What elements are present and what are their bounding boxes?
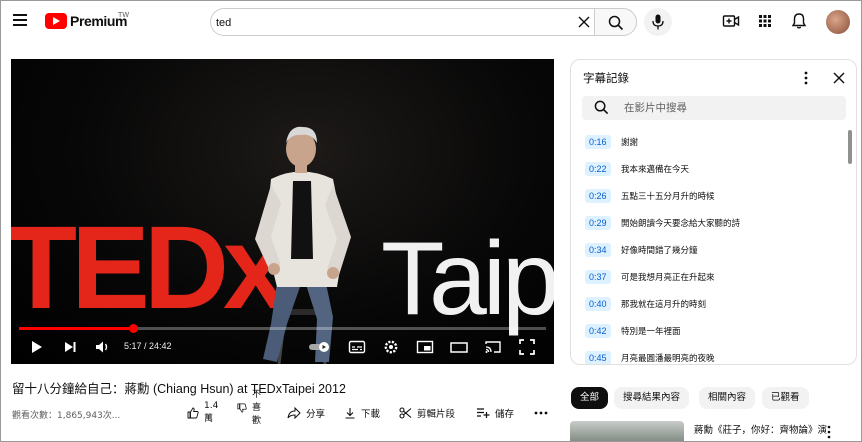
play-icon[interactable] [27,338,45,356]
like-button[interactable]: 1.4 萬 [187,401,219,424]
related-video-title[interactable]: 蔣勳《莊子，你好：齊物論》演 [694,422,827,436]
add-to-playlist-icon [477,408,490,418]
volume-icon[interactable] [94,338,112,356]
transcript-text: 五點三十五分月升的時候 [621,192,715,202]
apps-grid-icon[interactable] [756,12,774,30]
time-display: 5:17 / 24:42 [124,341,172,351]
transcript-text: 謝謝 [621,138,639,148]
youtube-watch-page: Premium TW ted TEDx Taip 5:17 / 24:42 留十… [0,0,862,442]
progress-fill [19,327,134,330]
transcript-panel: 字幕記錄 0:16謝謝0:22我本來邁備在今天0:26五點三十五分月升的時候0:… [570,59,857,365]
transcript-row[interactable]: 0:37 可是我想月亮正在升起來 [571,265,841,292]
region-code: TW [118,11,130,19]
save-label: 儲存 [495,409,515,420]
search-input[interactable] [216,14,556,31]
fullscreen-icon[interactable] [518,338,536,356]
transcript-row[interactable]: 0:29 開始朗讀今天要念給大家聽的詩 [571,211,841,238]
transcript-text: 特別是一年裡面 [621,327,681,337]
view-count[interactable]: 觀看次數：1,865,943次... [12,408,120,421]
transcript-text: 好像時間錯了幾分鐘 [621,246,698,256]
transcript-row[interactable]: 0:42 特別是一年裡面 [571,319,841,346]
transcript-row[interactable]: 0:45 月亮最圓潘最明亮的夜晚 [571,346,841,364]
close-icon[interactable] [832,71,846,85]
filter-chip[interactable]: 已觀看 [762,387,809,409]
transcript-timestamp[interactable]: 0:34 [585,243,611,257]
hamburger-menu-icon[interactable] [13,14,27,27]
share-button[interactable]: 分享 [287,403,325,423]
like-count: 1.4 萬 [204,401,219,424]
transcript-timestamp[interactable]: 0:26 [585,189,611,203]
transcript-timestamp[interactable]: 0:42 [585,324,611,338]
transcript-timestamp[interactable]: 0:22 [585,162,611,176]
filter-chip[interactable]: 搜尋結果內容 [614,387,690,409]
close-icon[interactable] [575,13,593,31]
thumbs-down-icon [237,403,247,413]
miniplayer-icon[interactable] [416,338,434,356]
thumbs-up-icon [187,407,199,419]
download-button[interactable]: 下載 [344,403,380,423]
video-title: 留十八分鐘給自己：蔣勳 (Chiang Hsun) at TEDxTaipei … [12,382,346,396]
search-button[interactable] [594,8,637,36]
filter-chip[interactable]: 全部 [571,387,609,409]
more-actions-icon[interactable] [534,411,548,415]
transcript-timestamp[interactable]: 0:16 [585,135,611,149]
next-video-icon[interactable] [61,338,79,356]
transcript-row[interactable]: 0:22 我本來邁備在今天 [571,157,841,184]
cast-icon[interactable] [484,338,502,356]
more-options-icon[interactable] [827,425,831,439]
more-options-icon[interactable] [799,70,813,86]
microphone-icon [652,14,664,30]
filter-chip[interactable]: 相關內容 [699,387,756,409]
clip-button[interactable]: 剪輯片段 [399,403,455,423]
scissors-icon [399,407,412,419]
progress-bar[interactable] [19,324,546,333]
transcript-text: 那我就在這月升的時刻 [621,300,707,310]
autoplay-toggle[interactable] [309,342,333,352]
transcript-row[interactable]: 0:40 那我就在這月升的時刻 [571,292,841,319]
theater-mode-icon[interactable] [450,338,468,356]
clip-label: 剪輯片段 [417,409,456,420]
create-video-icon[interactable] [722,12,740,30]
avatar[interactable] [826,10,850,34]
transcript-timestamp[interactable]: 0:40 [585,297,611,311]
download-icon [345,408,355,419]
transcript-timestamp[interactable]: 0:37 [585,270,611,284]
video-player[interactable]: TEDx Taip 5:17 / 24:42 [11,59,554,364]
dislike-label: 不喜歡 [252,389,262,426]
transcript-text: 月亮最圓潘最明亮的夜晚 [621,354,715,364]
transcript-row[interactable]: 0:26 五點三十五分月升的時候 [571,184,841,211]
bell-icon[interactable] [790,12,808,30]
save-button[interactable]: 儲存 [476,403,514,423]
taipei-stage-sign: Taip [381,221,554,337]
top-bar: Premium TW [1,1,861,43]
search-box [210,8,594,36]
related-video-thumbnail[interactable] [570,421,684,441]
share-label: 分享 [306,409,326,420]
scrollbar-thumb[interactable] [848,130,852,164]
transcript-timestamp[interactable]: 0:45 [585,351,611,364]
transcript-text: 可是我想月亮正在升起來 [621,273,715,283]
search-icon [594,100,609,115]
search-icon [608,15,624,31]
transcript-text: 我本來邁備在今天 [621,165,690,175]
transcript-search [582,96,846,120]
share-icon [287,407,301,419]
transcript-search-input[interactable] [624,100,834,116]
transcript-text: 開始朗讀今天要念給大家聽的詩 [621,219,741,229]
youtube-logo-icon[interactable] [45,13,67,29]
dislike-button[interactable]: 不喜歡 [237,390,261,426]
transcript-row[interactable]: 0:16 謝謝 [571,130,841,157]
download-label: 下載 [361,409,381,420]
transcript-list: 0:16 謝謝 0:22 我本來邁備在今天 0:26 五點三十五分月升的時候 0:29 開始朗… [571,130,841,364]
transcript-timestamp[interactable]: 0:29 [585,216,611,230]
subtitles-icon[interactable] [348,338,366,356]
transcript-title: 字幕記錄 [583,71,629,85]
transcript-row[interactable]: 0:34 好像時間錯了幾分鐘 [571,238,841,265]
settings-gear-icon[interactable] [382,338,400,356]
voice-search-button[interactable] [644,8,672,36]
